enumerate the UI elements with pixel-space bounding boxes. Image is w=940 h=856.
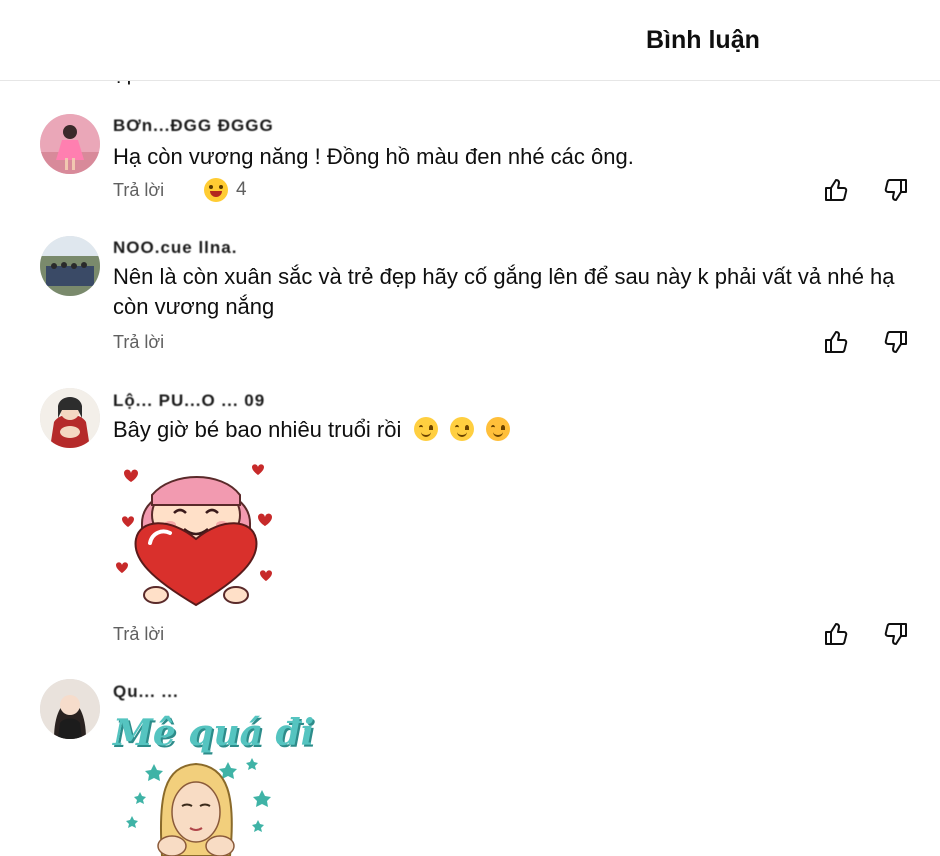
avatar[interactable] bbox=[40, 679, 100, 739]
comment-item: NOO.cue llna. Nên là còn xuân sắc và trẻ… bbox=[0, 232, 940, 362]
blonde-girl-sticker bbox=[126, 758, 271, 856]
reply-button[interactable]: Trả lời bbox=[113, 332, 164, 353]
comment-text: Hạ còn vương năng ! Đồng hồ màu đen nhé … bbox=[113, 144, 634, 169]
reply-button[interactable]: Trả lời bbox=[113, 180, 164, 201]
comment-item: Lộ... PU...O ... 09 Bây giờ bé bao nhiêu… bbox=[0, 385, 940, 655]
thumbs-up-icon[interactable] bbox=[823, 621, 849, 647]
comment-author[interactable]: NOO.cue llna. bbox=[113, 238, 237, 258]
heart-girl-sticker bbox=[116, 464, 272, 607]
page-title: Bình luận bbox=[646, 26, 760, 54]
comment-item: Qu... ... Mê quá đi bbox=[0, 676, 940, 856]
reply-button[interactable]: Trả lời bbox=[113, 624, 164, 645]
reaction-group[interactable]: 4 bbox=[204, 178, 247, 202]
comment-author[interactable]: Qu... ... bbox=[113, 682, 179, 702]
comment-text: Bây giờ bé bao nhiêu truổi rồi bbox=[113, 415, 913, 445]
avatar[interactable] bbox=[40, 388, 100, 448]
comment-author[interactable]: BƠn...ĐGG ĐGGG bbox=[113, 116, 274, 136]
thumbs-up-icon[interactable] bbox=[823, 177, 849, 203]
avatar[interactable] bbox=[40, 236, 100, 296]
sticker-caption: Mê quá đi bbox=[113, 712, 315, 754]
comment-text-content: Bây giờ bé bao nhiêu truổi rồi bbox=[113, 417, 402, 442]
comment-text: Nên là còn xuân sắc và trẻ đẹp hãy cố gắ… bbox=[113, 264, 895, 319]
thumbs-down-icon[interactable] bbox=[883, 621, 909, 647]
smiling-face-with-hearts-icon bbox=[485, 417, 510, 441]
grinning-face-icon bbox=[204, 178, 228, 202]
reaction-count: 4 bbox=[236, 179, 247, 200]
smiling-face-icon bbox=[449, 417, 474, 441]
thumbs-down-icon[interactable] bbox=[883, 329, 909, 355]
thumbs-down-icon[interactable] bbox=[883, 177, 909, 203]
avatar[interactable] bbox=[40, 114, 100, 174]
smiling-face-icon bbox=[413, 417, 438, 441]
thumbs-up-icon[interactable] bbox=[823, 329, 849, 355]
comments-header: Bình luận bbox=[0, 0, 940, 81]
comment-item: BƠn...ĐGG ĐGGG Hạ còn vương năng ! Đồng … bbox=[0, 110, 940, 220]
comment-author[interactable]: Lộ... PU...O ... 09 bbox=[113, 391, 265, 411]
